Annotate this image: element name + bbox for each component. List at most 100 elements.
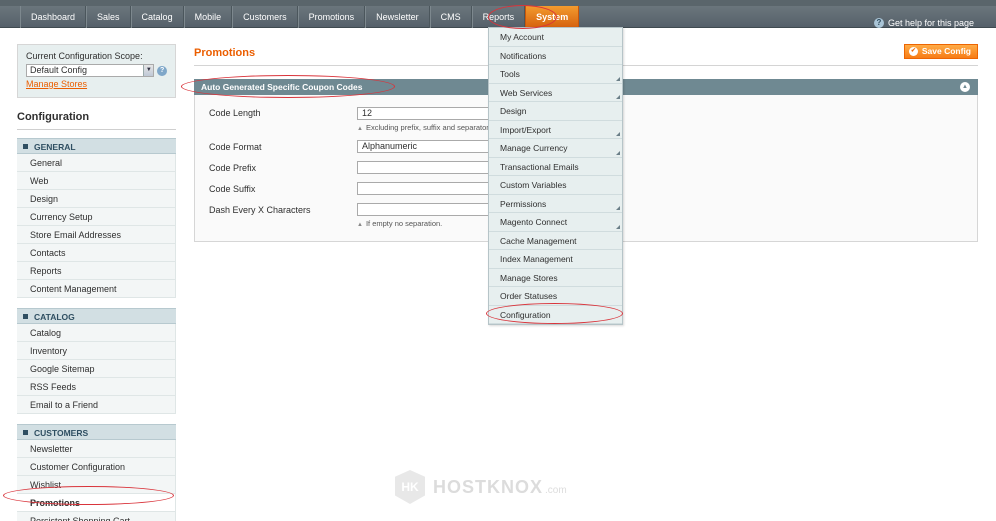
- system-dropdown-menu: My Account Notifications Tools Web Services…: [488, 27, 623, 325]
- note-arrow-icon: ▲: [357, 126, 363, 132]
- info-icon[interactable]: ?: [157, 65, 167, 76]
- menu-item-label: Permissions: [500, 198, 547, 209]
- menu-item-label: Tools: [500, 69, 520, 79]
- menu-item-my-account[interactable]: My Account: [489, 28, 622, 47]
- sidebar-item-catalog[interactable]: Catalog: [17, 324, 176, 342]
- nav-item-promotions[interactable]: Promotions: [297, 6, 366, 28]
- menu-item-label: Design: [500, 106, 527, 116]
- code-prefix-input[interactable]: [357, 161, 497, 174]
- code-length-label: Code Length: [209, 108, 261, 118]
- menu-item-manage-currency[interactable]: Manage Currency: [489, 139, 622, 158]
- sidebar-item-newsletter[interactable]: Newsletter: [17, 440, 176, 458]
- menu-item-label: Cache Management: [500, 235, 577, 246]
- code-format-label: Code Format: [209, 142, 262, 152]
- config-sidebar: Current Configuration Scope: Default Con…: [17, 44, 176, 521]
- scope-select[interactable]: Default Config ▼: [26, 64, 155, 77]
- menu-item-label: Order Statuses: [500, 291, 558, 301]
- nav-item-cms[interactable]: CMS: [429, 6, 472, 28]
- dash-every-label: Dash Every X Characters: [209, 205, 311, 215]
- menu-item-magento-connect[interactable]: Magento Connect: [489, 213, 622, 232]
- watermark-text: HOSTKNOX: [433, 476, 544, 497]
- sidebar-section-general[interactable]: GENERAL: [17, 138, 176, 154]
- code-length-input[interactable]: 12: [357, 107, 497, 120]
- collapse-icon[interactable]: ▲: [960, 82, 970, 92]
- code-suffix-label: Code Suffix: [209, 184, 256, 194]
- watermark-suffix: .com: [545, 484, 567, 496]
- sidebar-section-title: CATALOG: [34, 312, 75, 322]
- nav-item-dashboard[interactable]: Dashboard: [20, 6, 87, 28]
- submenu-arrow-icon: [616, 132, 620, 136]
- code-length-note: ▲ Excluding prefix, suffix and separators…: [357, 123, 495, 132]
- fieldset-title: Auto Generated Specific Coupon Codes: [201, 82, 363, 92]
- nav-item-reports[interactable]: Reports: [471, 6, 526, 28]
- sidebar-section-customers[interactable]: CUSTOMERS: [17, 424, 176, 440]
- menu-item-index-management[interactable]: Index Management: [489, 250, 622, 269]
- scope-label: Current Configuration Scope:: [26, 51, 143, 61]
- menu-item-design[interactable]: Design: [489, 102, 622, 121]
- menu-item-web-services[interactable]: Web Services: [489, 84, 622, 102]
- sidebar-section-title: CUSTOMERS: [34, 428, 89, 438]
- sidebar-item-store-email-addresses[interactable]: Store Email Addresses: [17, 226, 176, 244]
- menu-item-label: Notifications: [500, 50, 547, 61]
- nav-item-sales[interactable]: Sales: [86, 6, 131, 28]
- help-link[interactable]: ? Get help for this page: [873, 12, 974, 34]
- sidebar-section-title: GENERAL: [34, 142, 76, 152]
- menu-item-label: Web Services: [500, 87, 553, 98]
- sidebar-sections: GENERAL General Web Design Currency Setup Sto…: [17, 138, 176, 521]
- sidebar-item-general[interactable]: General: [17, 154, 176, 172]
- sidebar-item-email-to-a-friend[interactable]: Email to a Friend: [17, 396, 176, 414]
- hostknox-logo: HK: [395, 470, 425, 504]
- save-config-button[interactable]: ✔ Save Config: [903, 44, 978, 59]
- menu-item-tools[interactable]: Tools: [489, 65, 622, 84]
- sidebar-item-reports[interactable]: Reports: [17, 262, 176, 280]
- menu-item-import-export[interactable]: Import/Export: [489, 121, 622, 139]
- sidebar-title: Configuration: [17, 104, 176, 130]
- sidebar-item-customer-configuration[interactable]: Customer Configuration: [17, 458, 176, 476]
- menu-item-label: Manage Stores: [500, 272, 558, 283]
- menu-item-cache-management[interactable]: Cache Management: [489, 232, 622, 250]
- sidebar-item-persistent-shopping-cart[interactable]: Persistent Shopping Cart: [17, 512, 176, 521]
- menu-item-notifications[interactable]: Notifications: [489, 47, 622, 65]
- dash-every-input[interactable]: [357, 203, 497, 216]
- sidebar-item-web[interactable]: Web: [17, 172, 176, 190]
- menu-item-label: Manage Currency: [500, 143, 568, 153]
- code-format-select[interactable]: Alphanumeric: [357, 140, 497, 153]
- sidebar-item-wishlist[interactable]: Wishlist: [17, 476, 176, 494]
- code-length-note-text: Excluding prefix, suffix and separators.: [365, 123, 495, 132]
- sidebar-item-promotions[interactable]: Promotions: [17, 494, 176, 512]
- code-suffix-input[interactable]: [357, 182, 497, 195]
- menu-item-manage-stores[interactable]: Manage Stores: [489, 269, 622, 287]
- nav-item-catalog[interactable]: Catalog: [130, 6, 184, 28]
- nav-item-customers[interactable]: Customers: [232, 6, 298, 28]
- sidebar-item-google-sitemap[interactable]: Google Sitemap: [17, 360, 176, 378]
- menu-item-label: Transactional Emails: [500, 161, 579, 172]
- submenu-arrow-icon: [616, 224, 620, 229]
- menu-item-transactional-emails[interactable]: Transactional Emails: [489, 158, 622, 176]
- menu-item-configuration[interactable]: Configuration: [489, 306, 622, 324]
- sidebar-item-currency-setup[interactable]: Currency Setup: [17, 208, 176, 226]
- menu-item-label: My Account: [500, 32, 544, 42]
- menu-item-custom-variables[interactable]: Custom Variables: [489, 176, 622, 195]
- sidebar-item-content-management[interactable]: Content Management: [17, 280, 176, 298]
- help-label: Get help for this page: [887, 18, 974, 28]
- help-icon: ?: [873, 18, 884, 28]
- menu-item-order-statuses[interactable]: Order Statuses: [489, 287, 622, 306]
- sidebar-item-design[interactable]: Design: [17, 190, 176, 208]
- sidebar-item-inventory[interactable]: Inventory: [17, 342, 176, 360]
- nav-item-newsletter[interactable]: Newsletter: [365, 6, 430, 28]
- menu-item-permissions[interactable]: Permissions: [489, 195, 622, 213]
- note-arrow-icon: ▲: [357, 222, 363, 228]
- scope-switcher: Current Configuration Scope: Default Con…: [17, 44, 176, 98]
- nav-item-mobile[interactable]: Mobile: [183, 6, 233, 28]
- menu-item-label: Magento Connect: [500, 217, 568, 227]
- submenu-arrow-icon: [616, 76, 620, 81]
- dash-every-note-text: If empty no separation.: [365, 219, 443, 228]
- section-bullet-icon: [23, 314, 28, 319]
- sidebar-item-contacts[interactable]: Contacts: [17, 244, 176, 262]
- save-config-label: Save Config: [921, 46, 971, 56]
- nav-item-system[interactable]: System: [525, 6, 580, 28]
- sidebar-item-rss-feeds[interactable]: RSS Feeds: [17, 378, 176, 396]
- submenu-arrow-icon: [616, 206, 620, 210]
- manage-stores-link[interactable]: Manage Stores: [26, 79, 167, 89]
- sidebar-section-catalog[interactable]: CATALOG: [17, 308, 176, 324]
